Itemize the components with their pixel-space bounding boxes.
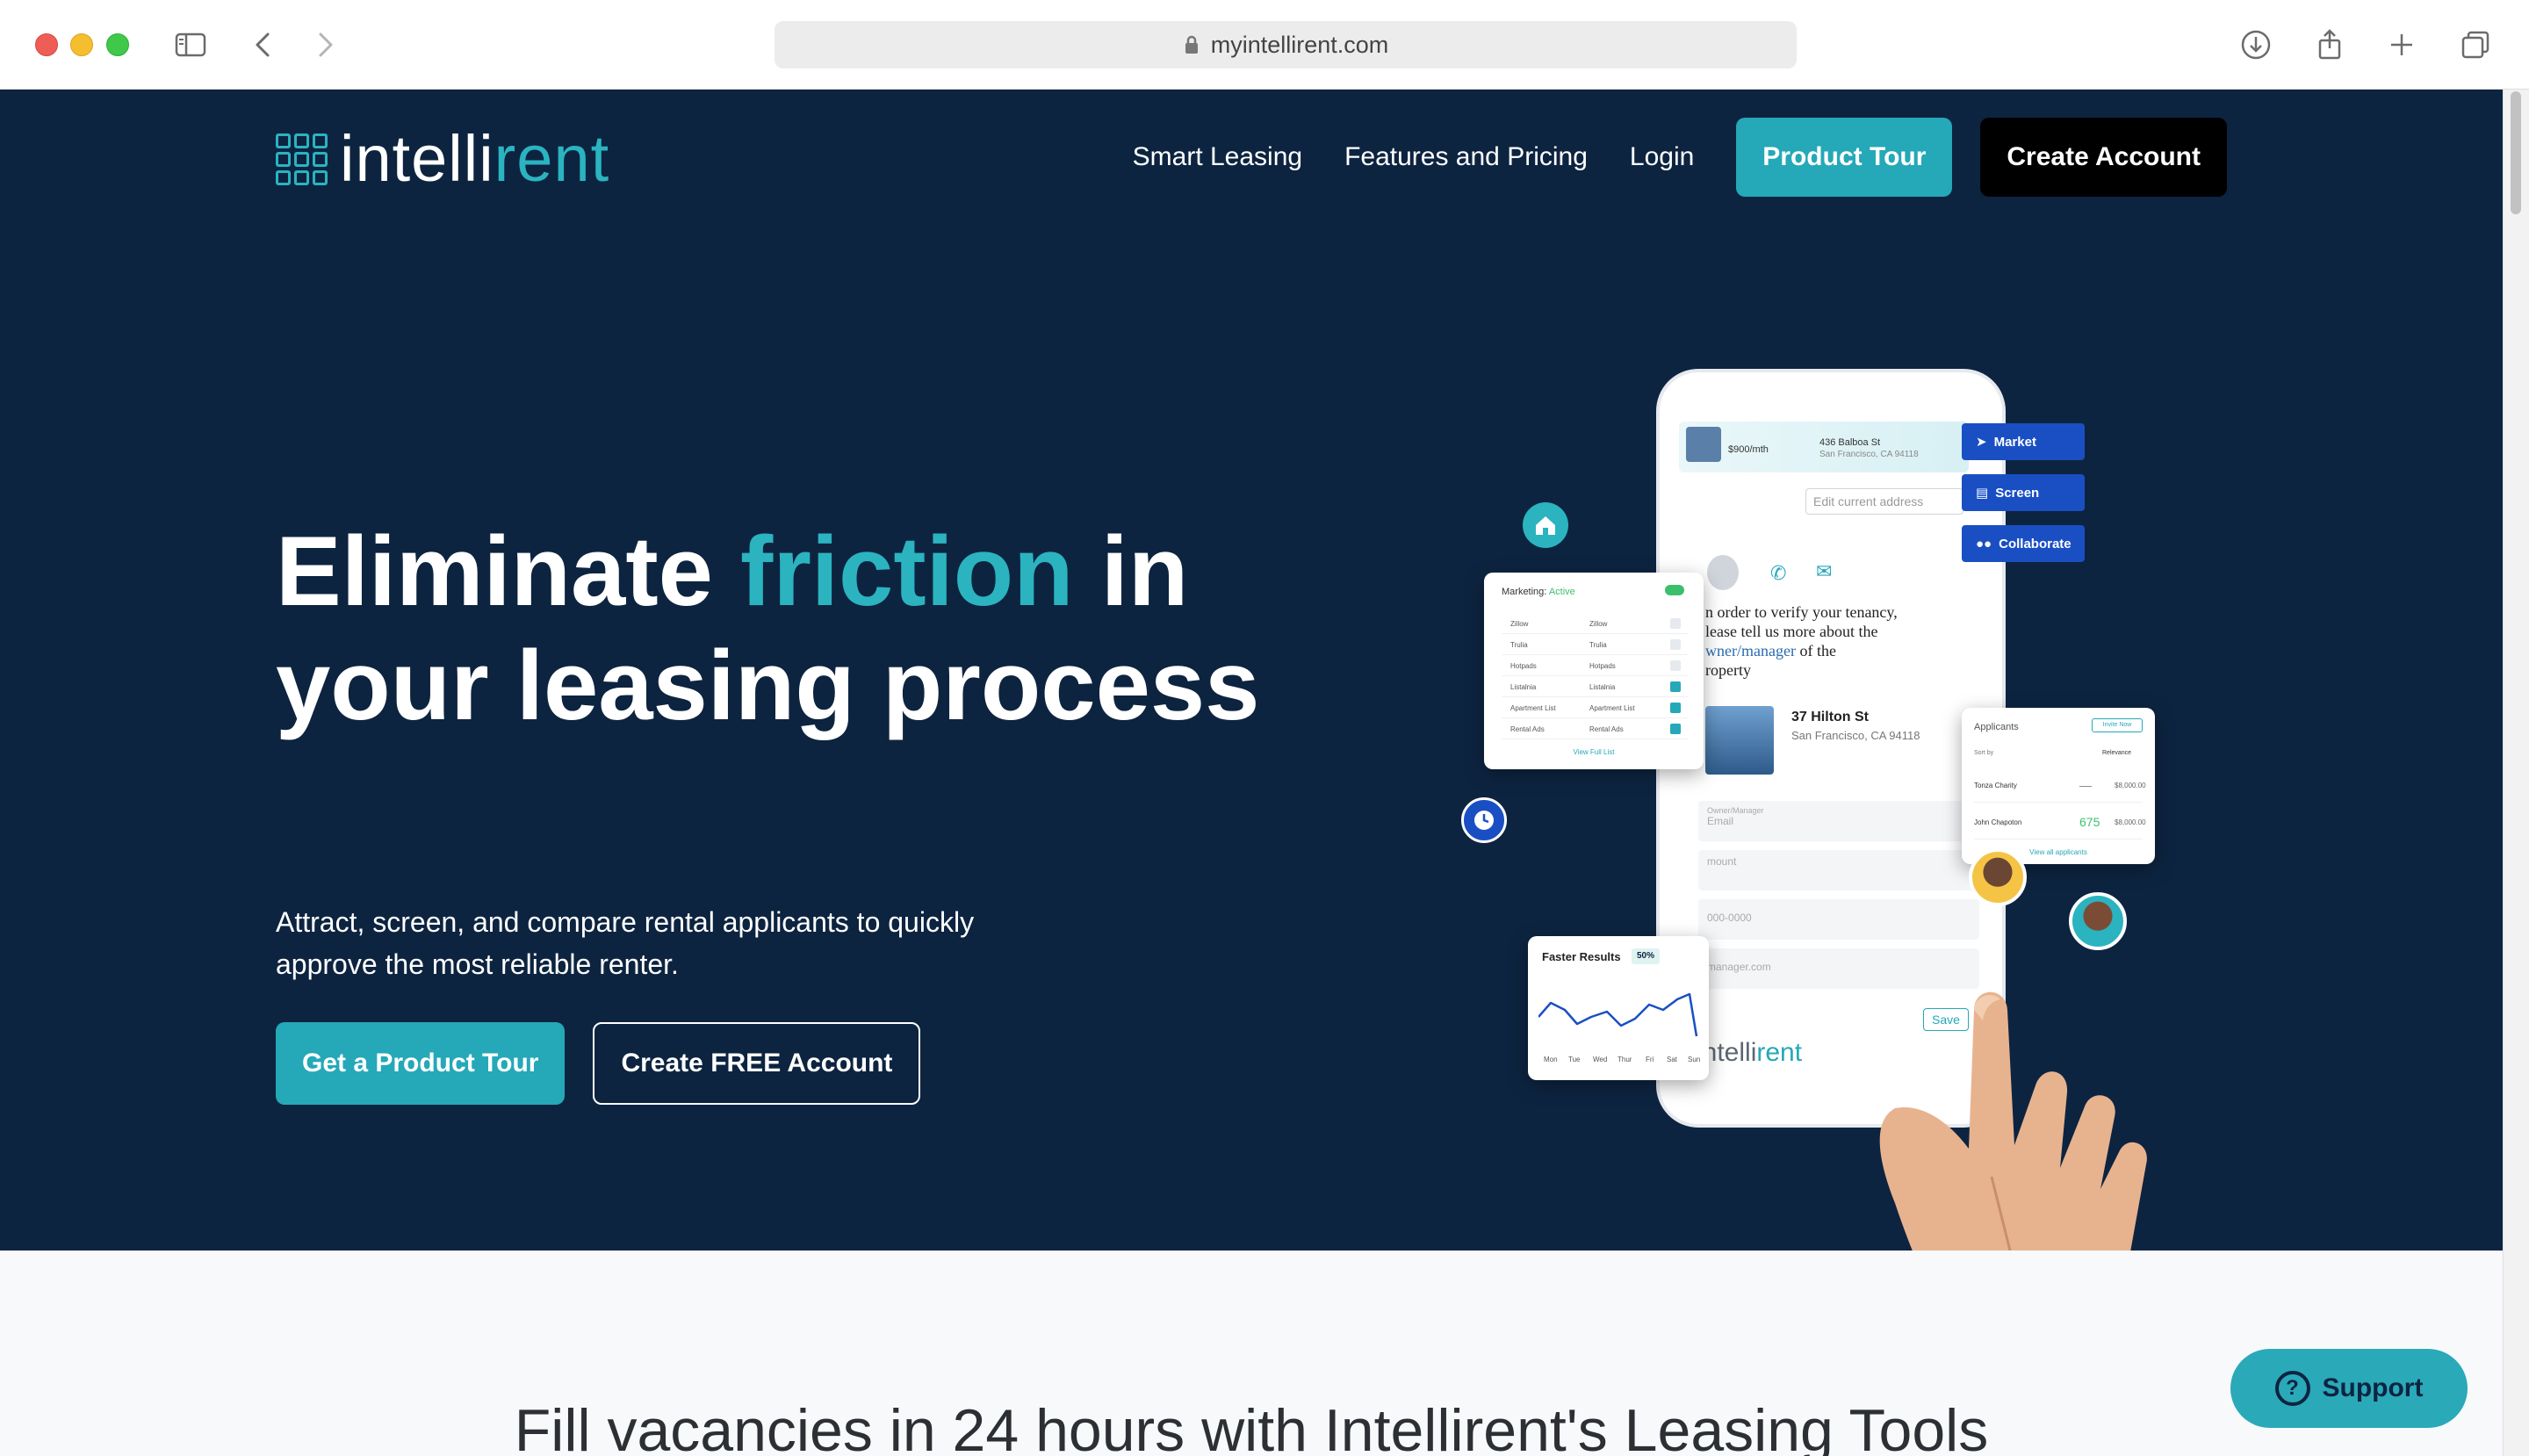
hero-headline: Eliminate friction in your leasing proce… — [276, 516, 1260, 740]
listing-address-line1: 436 Balboa St — [1819, 437, 1881, 448]
lock-icon — [1185, 35, 1198, 54]
download-icon[interactable] — [2237, 26, 2274, 63]
logo-grid-icon — [276, 133, 328, 185]
close-window-button[interactable] — [35, 33, 58, 56]
app-logo: intellirent — [1697, 1038, 1803, 1067]
marketing-title: Marketing: Active — [1502, 587, 1575, 597]
document-icon: ▤ — [1976, 486, 1989, 501]
applicants-card: Applicants Invite Now Sort by Relevance … — [1962, 708, 2155, 864]
day-label: Wed — [1593, 1056, 1608, 1063]
address-bar[interactable]: myintellirent.com — [775, 21, 1797, 68]
sidebar-toggle-icon[interactable] — [172, 26, 209, 63]
forward-icon[interactable] — [306, 26, 342, 63]
listing-price: $900/mth — [1728, 444, 1769, 455]
hand-illustration — [1879, 991, 2147, 1251]
property-house-image — [1705, 706, 1774, 775]
chat-icon: ✉ — [1816, 560, 1833, 582]
faster-results-card: Faster Results 50% Mon Tue Wed Thur Fri … — [1528, 936, 1709, 1080]
url-text: myintellirent.com — [1210, 31, 1389, 58]
nav-features-pricing[interactable]: Features and Pricing — [1344, 142, 1588, 172]
marketing-card: Marketing: Active Zillow Zillow Trulia Tru… — [1484, 573, 1704, 769]
listing-house-image — [1686, 427, 1721, 462]
applicant-row: John Chapoton 675 $8,000.00 — [1974, 804, 2146, 840]
applicant-avatar — [1969, 848, 2027, 906]
people-icon: ●● — [1976, 536, 1992, 551]
marketing-view-full-list: View Full List — [1573, 748, 1615, 756]
property-address-line2: San Francisco, CA 94118 — [1791, 729, 1920, 742]
home-icon — [1523, 502, 1568, 548]
support-button[interactable]: ? Support — [2230, 1349, 2468, 1428]
hero-cta-row: Get a Product Tour Create FREE Account — [276, 1022, 921, 1105]
marketing-toggle — [1665, 585, 1684, 595]
support-label: Support — [2322, 1373, 2424, 1402]
faster-results-sparkline — [1538, 992, 1698, 1037]
hero-subhead: Attract, screen, and compare rental appl… — [276, 906, 975, 980]
faster-results-title: Faster Results — [1542, 950, 1621, 963]
marketing-row: Zillow Zillow — [1502, 613, 1688, 634]
edit-address-field: Edit current address — [1805, 488, 1963, 515]
minimize-window-button[interactable] — [70, 33, 93, 56]
share-icon[interactable] — [2311, 26, 2348, 63]
marketing-row: Hotpads Hotpads — [1502, 655, 1688, 676]
applicants-title: Applicants — [1974, 722, 2019, 732]
sort-value: Relevance — [2102, 750, 2132, 756]
intellirent-logo[interactable]: intellirent — [276, 126, 609, 191]
page-scrollbar-track[interactable] — [2503, 90, 2529, 1456]
listing-address-line2: San Francisco, CA 94118 — [1819, 450, 1919, 459]
new-tab-icon[interactable] — [2383, 26, 2420, 63]
section-title: Fill vacancies in 24 hours with Intellir… — [514, 1397, 1989, 1456]
nav-login[interactable]: Login — [1630, 142, 1694, 172]
page-scrollbar-thumb[interactable] — [2511, 91, 2521, 214]
faster-results-badge: 50% — [1632, 948, 1661, 964]
logo-wordmark: intellirent — [340, 122, 610, 195]
phone-icon: ✆ — [1770, 562, 1787, 584]
marketing-row: Listalnia Listalnia — [1502, 676, 1688, 697]
tab-overview-icon[interactable] — [2457, 26, 2494, 63]
sort-label: Sort by — [1974, 750, 1994, 756]
create-account-button[interactable]: Create Account — [1980, 118, 2227, 197]
clock-icon — [1461, 797, 1507, 843]
applicant-row: Tonza Charity — $8,000.00 — [1974, 768, 2146, 803]
verify-tenancy-text: n order to verify your tenancy, lease te… — [1705, 603, 1898, 679]
zoom-window-button[interactable] — [106, 33, 129, 56]
day-label: Sat — [1667, 1056, 1678, 1063]
collaborate-tag: ●● Collaborate — [1962, 525, 2085, 562]
main-nav: Smart Leasing Features and Pricing Login… — [1133, 118, 2227, 197]
back-icon[interactable] — [246, 26, 283, 63]
megaphone-icon: ➤ — [1976, 435, 1987, 450]
marketing-row: Apartment List Apartment List — [1502, 697, 1688, 718]
day-label: Thur — [1618, 1056, 1632, 1063]
day-label: Tue — [1568, 1056, 1581, 1063]
help-icon: ? — [2274, 1371, 2310, 1406]
screen-tag: ▤ Screen — [1962, 474, 2085, 511]
create-free-account-button[interactable]: Create FREE Account — [593, 1022, 921, 1105]
agent-avatar — [1707, 555, 1739, 590]
marketing-row: Rental Ads Rental Ads — [1502, 718, 1688, 739]
property-address-line1: 37 Hilton St — [1791, 710, 1870, 724]
product-tour-button[interactable]: Product Tour — [1736, 118, 1953, 197]
features-section: Fill vacancies in 24 hours with Intellir… — [0, 1251, 2503, 1456]
nav-smart-leasing[interactable]: Smart Leasing — [1133, 142, 1302, 172]
day-label: Mon — [1544, 1056, 1558, 1063]
day-label: Sun — [1688, 1056, 1701, 1063]
headline-highlight: friction — [740, 516, 1074, 626]
get-product-tour-button[interactable]: Get a Product Tour — [276, 1022, 566, 1105]
amount-field: mount — [1698, 850, 1979, 890]
market-tag: ➤ Market — [1962, 423, 2085, 460]
marketing-row: Trulia Trulia — [1502, 634, 1688, 655]
day-label: Fri — [1646, 1056, 1654, 1063]
hero-section: intellirent Smart Leasing Features and P… — [0, 90, 2503, 1251]
invite-now-button: Invite Now — [2092, 718, 2143, 732]
owner-email-field: Owner/Manager Email — [1698, 801, 1979, 841]
browser-toolbar: myintellirent.com — [0, 0, 2529, 90]
